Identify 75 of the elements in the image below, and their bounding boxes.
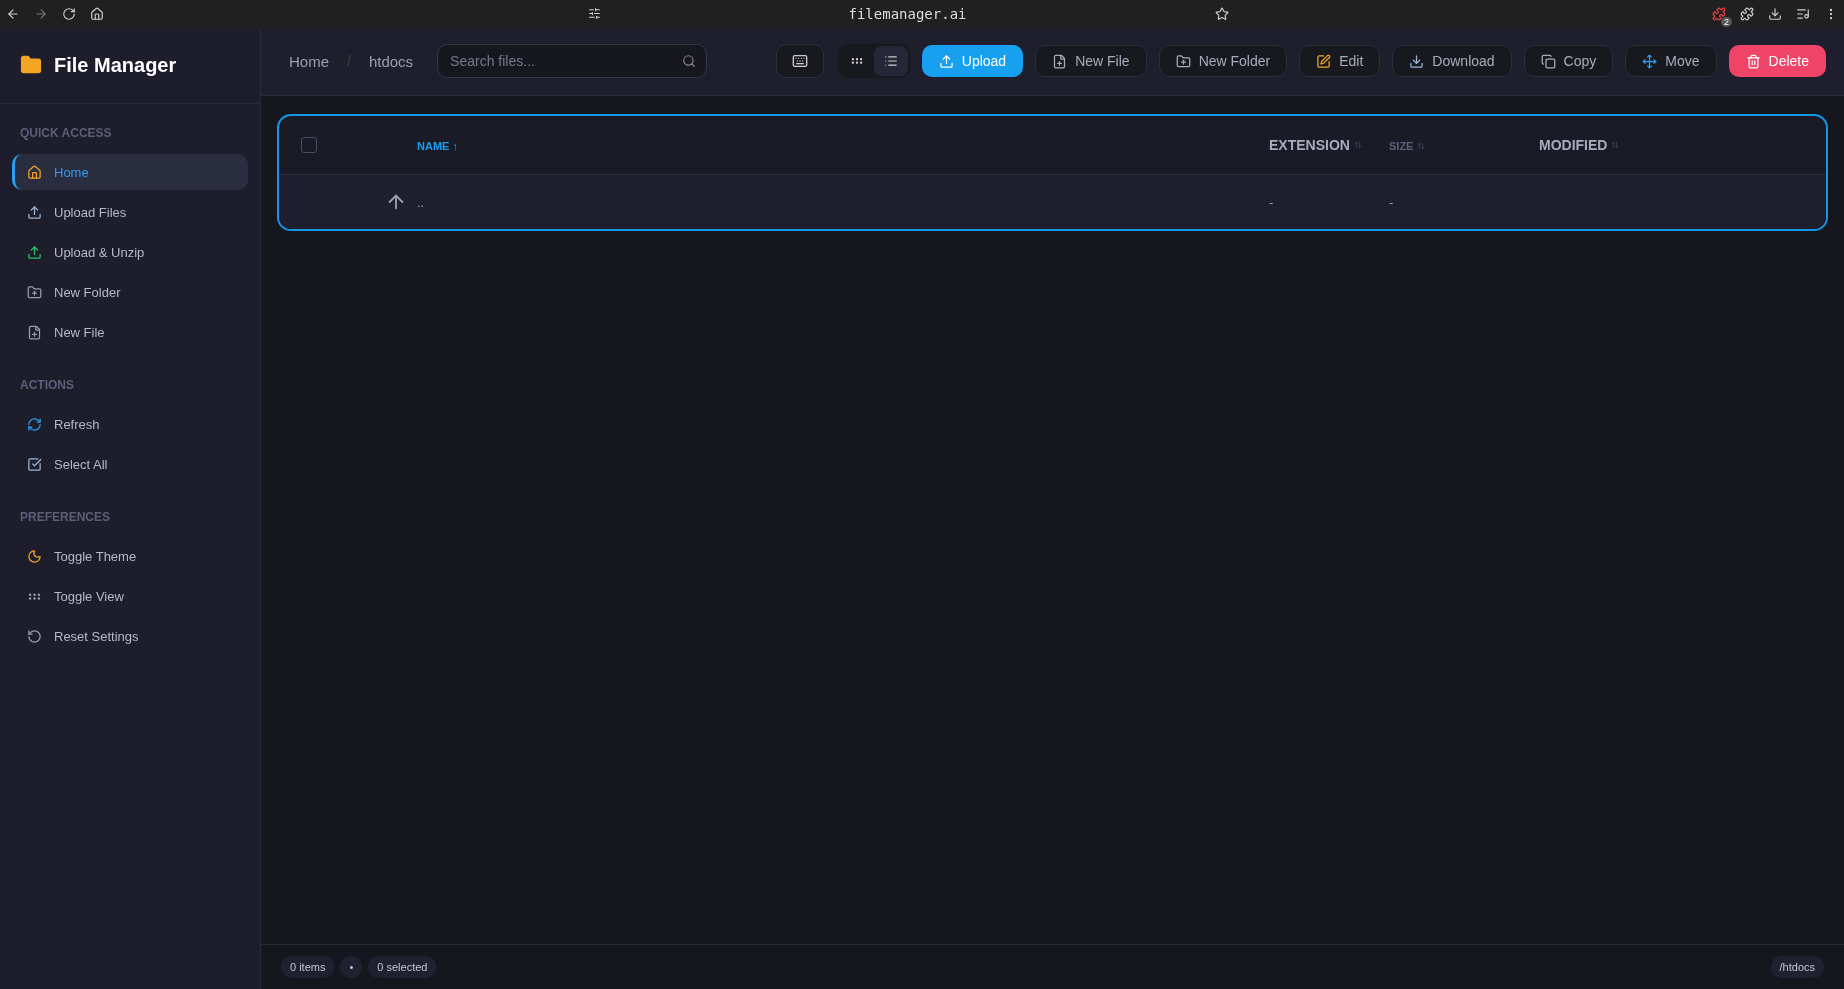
folder-icon bbox=[20, 54, 42, 76]
section-heading: QUICK ACCESS bbox=[19, 125, 113, 142]
breadcrumb-link[interactable]: Home bbox=[289, 52, 329, 70]
app-title: File Manager bbox=[54, 53, 177, 77]
column-header[interactable]: EXTENSION bbox=[1269, 137, 1362, 153]
sidebar-item[interactable]: New File bbox=[12, 314, 248, 350]
forward-icon[interactable] bbox=[34, 6, 48, 21]
back-icon[interactable] bbox=[6, 6, 20, 21]
toolbar-button[interactable]: Copy bbox=[1523, 45, 1614, 77]
site-settings-icon[interactable] bbox=[587, 7, 601, 20]
keyboard-button[interactable] bbox=[775, 44, 824, 78]
sidebar-item[interactable]: Upload Files bbox=[12, 194, 248, 230]
folder-plus-icon bbox=[1175, 53, 1191, 69]
upload-icon bbox=[938, 53, 954, 69]
table-cell-text: .. bbox=[417, 194, 426, 210]
sidebar-item[interactable]: Refresh bbox=[12, 406, 248, 442]
list-view-icon bbox=[883, 54, 898, 68]
home-icon bbox=[27, 164, 42, 180]
sidebar-item[interactable]: Toggle View bbox=[12, 578, 248, 614]
file-plus-icon bbox=[1052, 53, 1068, 69]
toolbar-button[interactable]: Edit bbox=[1299, 45, 1381, 77]
copy-icon bbox=[1540, 53, 1556, 69]
extension-icon[interactable] bbox=[1712, 6, 1726, 21]
sidebar-item[interactable]: Select All bbox=[12, 446, 248, 482]
media-icon[interactable] bbox=[1796, 6, 1810, 21]
column-header[interactable]: NAME ↑ bbox=[417, 140, 458, 152]
bookmark-star-icon[interactable] bbox=[1214, 6, 1229, 21]
table-cell-text: - bbox=[1389, 194, 1395, 210]
breadcrumb-link[interactable]: htdocs bbox=[368, 52, 414, 70]
home-icon[interactable] bbox=[90, 6, 104, 21]
address-bar[interactable]: filemanager.ai bbox=[848, 5, 967, 22]
current-path: /htdocs bbox=[1770, 956, 1824, 978]
table-cell-text: - bbox=[1269, 194, 1275, 210]
table-row[interactable]: .. - - bbox=[279, 175, 1826, 229]
folder-plus-icon bbox=[27, 284, 42, 300]
download-icon bbox=[1409, 53, 1425, 69]
select-all-checkbox[interactable] bbox=[301, 137, 317, 153]
sidebar-item[interactable]: Upload & Unzip bbox=[12, 234, 248, 270]
move-icon bbox=[1642, 53, 1658, 69]
sidebar-item[interactable]: New Folder bbox=[12, 274, 248, 310]
keyboard-icon bbox=[791, 53, 808, 69]
extension-badge: 2 bbox=[1721, 16, 1732, 27]
sort-icon bbox=[1417, 142, 1426, 150]
sidebar-item[interactable]: Home bbox=[12, 154, 248, 190]
trash-icon bbox=[1745, 53, 1761, 69]
search-box[interactable]: Search files... bbox=[437, 44, 708, 78]
checkbox-icon bbox=[27, 456, 42, 472]
refresh-icon bbox=[27, 416, 42, 432]
toolbar-button[interactable]: Download bbox=[1392, 45, 1512, 77]
file-plus-icon bbox=[27, 324, 42, 340]
sort-icon bbox=[1611, 141, 1620, 149]
section-heading: ACTIONS bbox=[19, 377, 75, 394]
reset-icon bbox=[27, 628, 42, 644]
toolbar-button[interactable]: New File bbox=[1035, 45, 1147, 77]
section-heading: PREFERENCES bbox=[19, 509, 112, 526]
toolbar-button[interactable]: Move bbox=[1625, 45, 1717, 77]
upload-icon bbox=[27, 204, 42, 220]
toolbar-button[interactable]: New Folder bbox=[1158, 45, 1288, 77]
reload-icon[interactable] bbox=[62, 6, 76, 21]
selected-count: 0 selected bbox=[368, 956, 437, 978]
sidebar-item[interactable]: Reset Settings bbox=[12, 618, 248, 654]
column-header[interactable]: MODIFIED bbox=[1539, 137, 1620, 153]
downloads-icon[interactable] bbox=[1768, 6, 1782, 21]
sidebar-item[interactable]: Toggle Theme bbox=[12, 538, 248, 574]
moon-icon bbox=[27, 548, 42, 564]
breadcrumb-separator: / bbox=[347, 53, 351, 69]
search-icon bbox=[682, 54, 697, 68]
upload-icon bbox=[27, 244, 42, 260]
search-field[interactable]: Search files... bbox=[448, 52, 683, 70]
edit-icon bbox=[1316, 53, 1332, 69]
extensions-icon[interactable] bbox=[1740, 6, 1754, 21]
sort-icon bbox=[1353, 141, 1362, 149]
item-count: 0 items bbox=[281, 956, 335, 978]
view-toggle-button[interactable] bbox=[873, 46, 908, 76]
toolbar-button[interactable]: Delete bbox=[1728, 45, 1826, 77]
